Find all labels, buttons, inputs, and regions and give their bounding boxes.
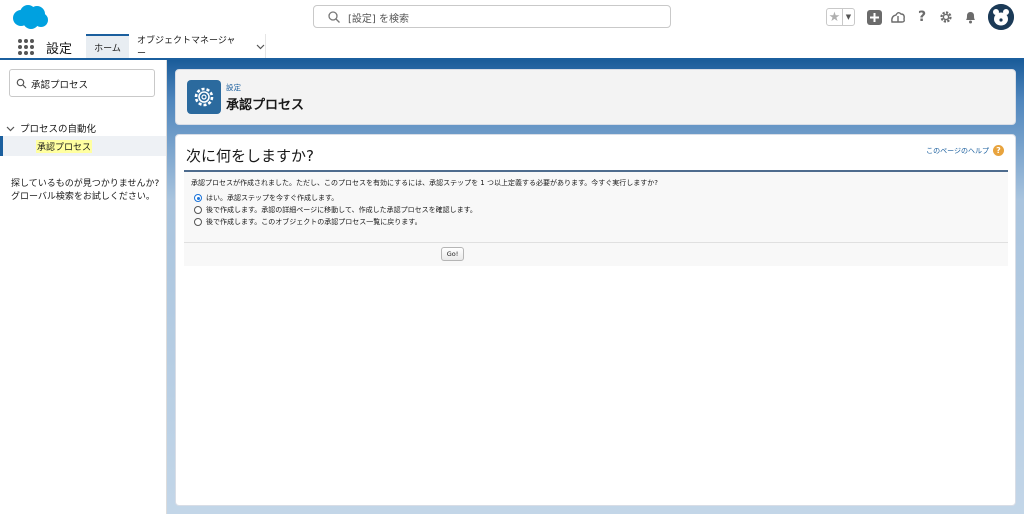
- help-link[interactable]: このページのヘルプ ?: [926, 145, 1004, 156]
- option-back-to-list[interactable]: 後で作成します。このオブジェクトの承認プロセス一覧に戻ります。: [194, 217, 422, 227]
- info-message: 承認プロセスが作成されました。ただし、このプロセスを有効にするには、承認ステップ…: [191, 179, 658, 187]
- option-view-details[interactable]: 後で作成します。承認の詳細ページに移動して、作成した承認プロセスを確認します。: [194, 205, 477, 215]
- trailhead-icon[interactable]: [890, 9, 906, 25]
- user-avatar[interactable]: [988, 4, 1014, 30]
- radio-create-step-now[interactable]: [194, 194, 202, 202]
- header-icons: ★ ▼ ?: [826, 4, 1014, 30]
- favorites-group: ★ ▼: [826, 8, 855, 26]
- tab-home-label: ホーム: [94, 43, 121, 54]
- notifications-bell-icon[interactable]: [962, 9, 978, 25]
- setup-sidebar: 承認プロセス プロセスの自動化 承認プロセス 探しているものが見つかりませんか?…: [0, 60, 167, 514]
- radio-view-details[interactable]: [194, 206, 202, 214]
- quick-find-value: 承認プロセス: [31, 80, 89, 91]
- quick-find-input[interactable]: 承認プロセス: [9, 69, 155, 97]
- next-step-form: 承認プロセスが作成されました。ただし、このプロセスを有効にするには、承認ステップ…: [184, 172, 1008, 266]
- content-title: 次に何をしますか?: [186, 147, 314, 165]
- search-icon: [328, 11, 340, 23]
- option-label: 後で作成します。このオブジェクトの承認プロセス一覧に戻ります。: [206, 218, 422, 226]
- option-label: 後で作成します。承認の詳細ページに移動して、作成した承認プロセスを確認します。: [206, 206, 477, 214]
- tab-home[interactable]: ホーム: [86, 34, 129, 58]
- button-divider: [184, 242, 1008, 243]
- setup-gear-icon: [187, 80, 221, 114]
- global-header: [設定] を検索 ★ ▼ ?: [0, 0, 1024, 34]
- tab-object-manager[interactable]: オブジェクトマネージャー: [129, 34, 266, 59]
- salesforce-cloud-logo[interactable]: [10, 4, 50, 30]
- chevron-down-icon[interactable]: [256, 42, 265, 51]
- favorites-dropdown-icon[interactable]: ▼: [843, 9, 854, 25]
- go-button[interactable]: Go!: [441, 247, 464, 261]
- main-content-card: 次に何をしますか? このページのヘルプ ? 承認プロセスが作成されました。ただし…: [175, 134, 1016, 506]
- tree-parent-label: プロセスの自動化: [20, 124, 97, 135]
- help-link-label: このページのヘルプ: [926, 146, 989, 155]
- setup-gear-icon[interactable]: [938, 9, 954, 25]
- tree-item-approval-process[interactable]: 承認プロセス: [0, 136, 166, 156]
- app-launcher-icon[interactable]: [18, 39, 34, 55]
- option-label: はい。承認ステップを今すぐ作成します。: [206, 194, 339, 202]
- page-header: 設定 承認プロセス: [175, 69, 1016, 125]
- favorites-star-icon[interactable]: ★: [827, 9, 843, 25]
- global-search-box[interactable]: [設定] を検索: [313, 5, 671, 28]
- tree-item-process-automation[interactable]: プロセスの自動化: [6, 121, 96, 135]
- tree-child-label: 承認プロセス: [36, 140, 93, 153]
- help-question-icon[interactable]: ?: [914, 9, 930, 25]
- search-placeholder: [設定] を検索: [348, 14, 409, 25]
- chevron-down-icon: [6, 126, 15, 131]
- not-found-hint: 探しているものが見つかりませんか? グローバル検索をお試しください。: [11, 179, 160, 202]
- app-nav-bar: 設定 ホーム オブジェクトマネージャー: [0, 34, 1024, 60]
- tab-object-manager-label: オブジェクトマネージャー: [137, 36, 236, 59]
- page-title: 承認プロセス: [226, 98, 305, 113]
- option-create-step-now[interactable]: はい。承認ステップを今すぐ作成します。: [194, 193, 338, 203]
- radio-back-to-list[interactable]: [194, 218, 202, 226]
- global-actions-plus-icon[interactable]: [866, 9, 882, 25]
- app-name: 設定: [46, 42, 73, 57]
- help-icon: ?: [993, 145, 1004, 156]
- search-icon: [16, 78, 27, 89]
- page-breadcrumb[interactable]: 設定: [226, 82, 241, 93]
